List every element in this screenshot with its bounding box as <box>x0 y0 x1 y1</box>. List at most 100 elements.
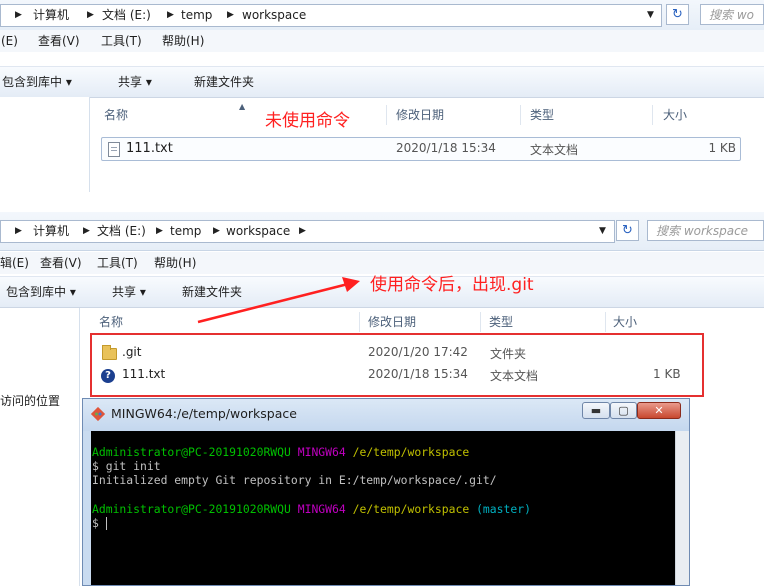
prompt-env: MINGW64 <box>297 445 346 459</box>
column-type[interactable]: 类型 <box>489 310 513 334</box>
breadcrumb-temp[interactable]: temp <box>170 221 201 242</box>
breadcrumb-arrow-icon[interactable]: ▶ <box>15 221 22 242</box>
menu-view[interactable]: 查看(V) <box>40 252 82 274</box>
breadcrumb-drive-e[interactable]: 文档 (E:) <box>102 5 151 26</box>
address-field[interactable]: ▶ 计算机 ▶ 文档 (E:) ▶ temp ▶ workspace ▼ <box>0 4 662 27</box>
search-input[interactable]: 搜索 workspace <box>647 220 764 241</box>
breadcrumb-arrow-icon[interactable]: ▶ <box>299 221 306 242</box>
terminal-title: MINGW64:/e/temp/workspace <box>111 406 297 421</box>
annotation-arrow <box>197 277 360 324</box>
file-name: .git <box>122 345 142 359</box>
file-size: 1 KB <box>653 367 681 381</box>
column-divider[interactable] <box>605 312 606 332</box>
unknown-file-icon: ? <box>101 369 115 383</box>
menu-edit[interactable]: 辑(E) <box>0 252 29 274</box>
refresh-button[interactable]: ↻ <box>616 220 639 241</box>
menu-tools[interactable]: 工具(T) <box>101 30 142 52</box>
close-icon: ✕ <box>654 404 664 417</box>
breadcrumb-temp[interactable]: temp <box>181 5 212 26</box>
history-dropdown-icon[interactable]: ▼ <box>599 221 606 242</box>
terminal-titlebar[interactable]: MINGW64:/e/temp/workspace ▬ ▢ ✕ <box>83 399 689 431</box>
file-name: 111.txt <box>126 141 173 156</box>
prompt-symbol: $ <box>92 516 106 530</box>
file-type: 文本文档 <box>490 369 539 383</box>
column-size[interactable]: 大小 <box>613 310 637 334</box>
breadcrumb-arrow-icon[interactable]: ▶ <box>167 5 174 26</box>
terminal-console[interactable]: Administrator@PC-20191020RWQU MINGW64 /e… <box>91 431 676 585</box>
command-line: $ git init <box>92 459 161 473</box>
history-dropdown-icon[interactable]: ▼ <box>647 5 654 26</box>
prompt-path: /e/temp/workspace <box>352 502 470 516</box>
refresh-icon: ↻ <box>672 7 683 22</box>
refresh-button[interactable]: ↻ <box>666 4 689 25</box>
include-in-library-button[interactable]: 包含到库中 ▾ <box>2 67 72 97</box>
sort-arrow-icon: ▲ <box>239 102 246 111</box>
file-date: 2020/1/20 17:42 <box>368 345 468 359</box>
search-input[interactable]: 搜索 wo <box>700 4 764 25</box>
breadcrumb-arrow-icon[interactable]: ▶ <box>87 5 94 26</box>
breadcrumb-workspace[interactable]: workspace <box>226 221 290 242</box>
file-type: 文本文档 <box>530 143 579 157</box>
text-cursor <box>105 517 107 530</box>
breadcrumb-computer[interactable]: 计算机 <box>33 221 69 242</box>
file-type: 文件夹 <box>490 347 527 361</box>
column-divider[interactable] <box>480 312 481 332</box>
address-field[interactable]: ▶ 计算机 ▶ 文档 (E:) ▶ temp ▶ workspace ▶ ▼ <box>0 220 615 243</box>
menu-edit[interactable]: (E) <box>1 30 18 52</box>
explorer-window-top: ▶ 计算机 ▶ 文档 (E:) ▶ temp ▶ workspace ▼ ↻ 搜… <box>0 0 764 192</box>
breadcrumb-arrow-icon[interactable]: ▶ <box>83 221 90 242</box>
share-button[interactable]: 共享 ▾ <box>112 277 146 307</box>
file-date: 2020/1/18 15:34 <box>368 367 468 381</box>
prompt-branch: (master) <box>476 502 531 516</box>
prompt-line: Administrator@PC-20191020RWQU MINGW64 /e… <box>92 445 469 460</box>
prompt-user: Administrator@PC-20191020RWQU <box>92 502 291 516</box>
input-line[interactable]: $ <box>92 516 107 531</box>
maximize-button[interactable]: ▢ <box>610 402 637 419</box>
column-name[interactable]: 名称 <box>99 310 123 334</box>
column-date[interactable]: 修改日期 <box>396 103 444 127</box>
breadcrumb-arrow-icon[interactable]: ▶ <box>227 5 234 26</box>
file-row-111-txt[interactable]: ? 111.txt 2020/1/18 15:34 文本文档 1 KB <box>98 365 698 385</box>
breadcrumb-drive-e[interactable]: 文档 (E:) <box>97 221 146 242</box>
git-logo-icon <box>90 406 106 422</box>
breadcrumb-workspace[interactable]: workspace <box>242 5 306 26</box>
breadcrumb-arrow-icon[interactable]: ▶ <box>15 5 22 26</box>
column-divider[interactable] <box>652 105 653 125</box>
output-line: Initialized empty Git repository in E:/t… <box>92 473 497 487</box>
prompt-path: /e/temp/workspace <box>352 445 470 459</box>
column-name[interactable]: 名称 <box>104 103 128 127</box>
menu-tools[interactable]: 工具(T) <box>97 252 138 274</box>
screenshot-gap <box>0 192 764 212</box>
file-name: 111.txt <box>122 367 166 381</box>
maximize-icon: ▢ <box>618 404 629 417</box>
column-type[interactable]: 类型 <box>530 103 554 127</box>
column-date[interactable]: 修改日期 <box>368 310 416 334</box>
menu-help[interactable]: 帮助(H) <box>154 252 196 274</box>
new-folder-button[interactable]: 新建文件夹 <box>194 67 254 97</box>
arrow-head <box>342 277 360 292</box>
close-button[interactable]: ✕ <box>637 402 681 419</box>
address-bar: ▶ 计算机 ▶ 文档 (E:) ▶ temp ▶ workspace ▶ ▼ ↻… <box>0 212 764 251</box>
navigation-pane[interactable] <box>0 97 90 192</box>
breadcrumb-arrow-icon[interactable]: ▶ <box>213 221 220 242</box>
terminal-scrollbar[interactable] <box>675 431 689 585</box>
file-row-git[interactable]: .git 2020/1/20 17:42 文件夹 <box>98 343 698 363</box>
breadcrumb-arrow-icon[interactable]: ▶ <box>156 221 163 242</box>
refresh-icon: ↻ <box>622 223 633 238</box>
annotation-before: 未使用命令 <box>265 111 350 131</box>
column-divider[interactable] <box>520 105 521 125</box>
navigation-pane[interactable]: 访问的位置 <box>0 308 80 586</box>
column-divider[interactable] <box>386 105 387 125</box>
column-size[interactable]: 大小 <box>663 103 687 127</box>
include-in-library-button[interactable]: 包含到库中 ▾ <box>6 277 76 307</box>
breadcrumb-computer[interactable]: 计算机 <box>33 5 69 26</box>
menu-view[interactable]: 查看(V) <box>38 30 80 52</box>
file-row-111-txt[interactable]: 111.txt 2020/1/18 15:34 文本文档 1 KB <box>101 137 741 161</box>
prompt-user: Administrator@PC-20191020RWQU <box>92 445 291 459</box>
share-button[interactable]: 共享 ▾ <box>118 67 152 97</box>
menu-help[interactable]: 帮助(H) <box>162 30 204 52</box>
minimize-button[interactable]: ▬ <box>582 402 610 419</box>
nav-item-recent-places[interactable]: 访问的位置 <box>0 392 60 409</box>
terminal-window: MINGW64:/e/temp/workspace ▬ ▢ ✕ Administ… <box>82 398 690 586</box>
arrow-shaft <box>197 282 349 324</box>
